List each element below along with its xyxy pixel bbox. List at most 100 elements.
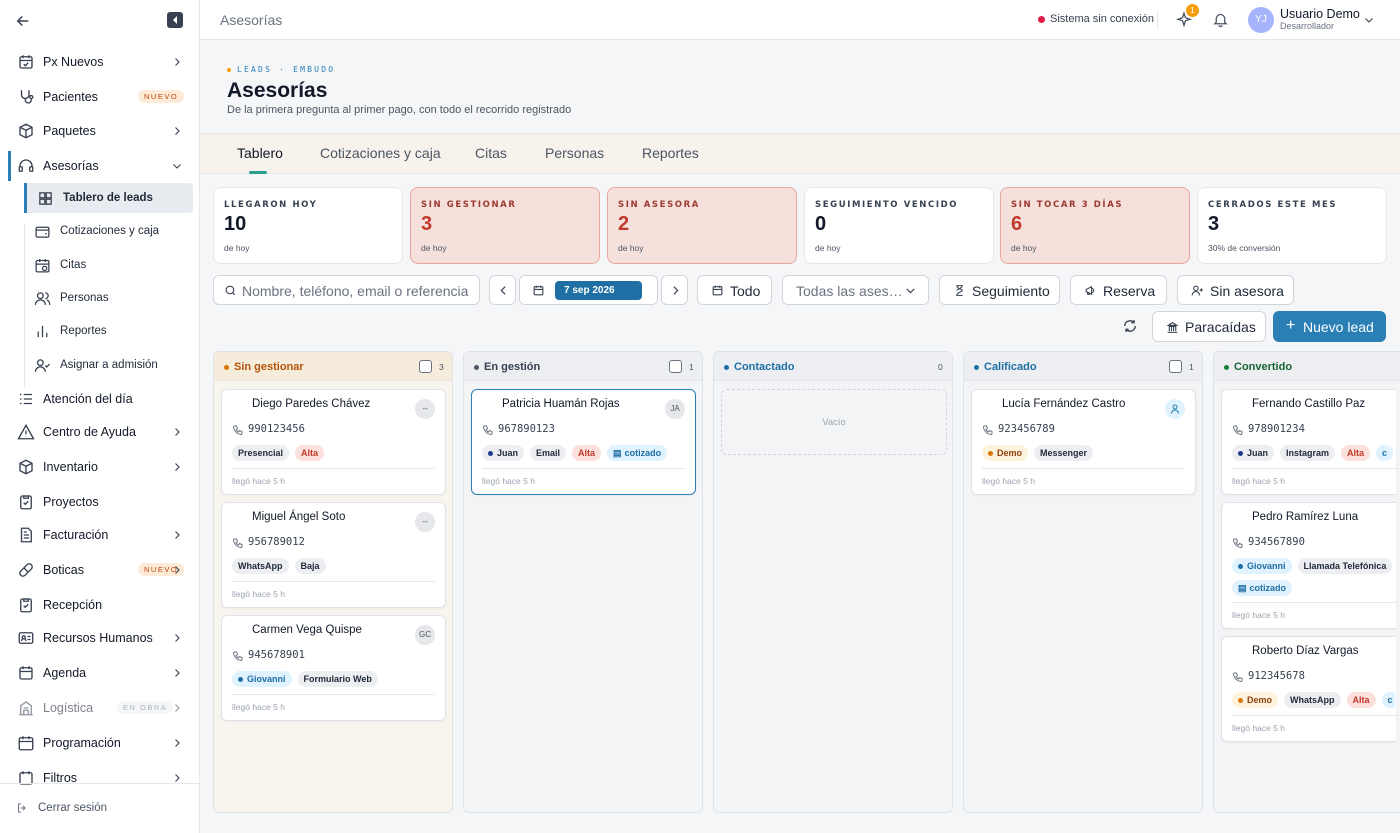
column-title: Calificado (984, 361, 1037, 373)
chevron-down-icon[interactable] (1363, 14, 1375, 26)
stat-card-cerrados[interactable]: CERRADOS ESTE MES 3 30% de conversión (1197, 187, 1387, 264)
sidebar-subitem-tablero[interactable]: Tablero de leads (24, 183, 193, 213)
lead-card[interactable]: Roberto Díaz Vargas 912345678 Demo Whats… (1221, 636, 1397, 742)
sidebar-item-recepcion[interactable]: Recepción (8, 590, 193, 620)
sidebar-subitem-asignar[interactable]: Asignar a admisión (24, 350, 193, 380)
asesora-select[interactable]: Todas las ases… (782, 275, 929, 305)
lead-card[interactable]: Pedro Ramírez Luna 934567890 Giovanni Ll… (1221, 502, 1397, 629)
divider (1232, 715, 1397, 716)
tag-text: cotizado (1249, 583, 1287, 593)
search-icon (225, 285, 236, 296)
user-check-icon (34, 359, 51, 372)
sin-asesora-label: Sin asesora (1210, 283, 1284, 299)
sidebar-item-paquetes[interactable]: Paquetes (8, 116, 193, 146)
user-avatar[interactable]: YJ (1248, 7, 1274, 33)
sidebar-item-inventario[interactable]: Inventario (8, 452, 193, 482)
next-date-button[interactable] (661, 275, 688, 305)
sidebar-item-atencion[interactable]: Atención del día (8, 384, 193, 414)
lead-card[interactable]: Patricia Huamán Rojas JA 967890123 Juan … (471, 389, 696, 495)
sidebar-subitem-reportes[interactable]: Reportes (24, 316, 193, 346)
sidebar-item-logistica[interactable]: Logística EN OBRA (8, 693, 193, 723)
sidebar-item-boticas[interactable]: Boticas NUEVO (8, 555, 193, 585)
lead-card[interactable]: Miguel Ángel Soto -- 956789012 WhatsApp … (221, 502, 446, 608)
megaphone-icon (1085, 285, 1095, 296)
lead-arrived: llegó hace 5 h (1232, 723, 1285, 733)
tag-priority: Alta (295, 445, 325, 461)
logout-button[interactable]: Cerrar sesión (0, 783, 200, 833)
stat-card-sin-asesora[interactable]: SIN ASESORA 2 de hoy (607, 187, 797, 264)
notification-count-badge: 1 (1186, 4, 1199, 17)
sidebar-subitem-cotizaciones[interactable]: Cotizaciones y caja (24, 216, 193, 246)
column-select-checkbox[interactable] (669, 360, 682, 373)
sidebar-item-label: Centro de Ayuda (43, 425, 136, 439)
assignee-avatar[interactable]: GC (415, 625, 435, 645)
sidebar-toggle-icon[interactable] (167, 12, 183, 28)
box-icon (19, 459, 33, 475)
sidebar-item-px-nuevos[interactable]: Px Nuevos (8, 47, 193, 77)
plus-icon: + (1286, 317, 1296, 334)
tab-tablero[interactable]: Tablero (237, 145, 283, 161)
sidebar-item-ayuda[interactable]: Centro de Ayuda (8, 417, 193, 447)
seguimiento-filter[interactable]: Seguimiento (939, 275, 1060, 305)
sidebar-item-pacientes[interactable]: Pacientes NUEVO (8, 82, 193, 112)
lead-name: Lucía Fernández Castro (1002, 398, 1126, 410)
advisor-dot-icon (1238, 450, 1243, 456)
date-picker[interactable]: 7 sep 2026 (519, 275, 658, 305)
tab-personas[interactable]: Personas (545, 145, 604, 161)
headset-icon (18, 159, 34, 172)
sidebar-subitem-citas[interactable]: Citas (24, 250, 193, 280)
lead-card[interactable]: Carmen Vega Quispe GC 945678901 Giovanni… (221, 615, 446, 721)
tab-cotizaciones[interactable]: Cotizaciones y caja (320, 145, 441, 161)
clipboard-check-icon (20, 598, 32, 613)
list-icon (20, 393, 32, 405)
column-title: Contactado (734, 361, 795, 373)
sidebar-item-asesorias[interactable]: Asesorías (8, 151, 193, 181)
divider (1232, 468, 1397, 469)
paracaidas-button[interactable]: Paracaídas (1152, 311, 1266, 342)
refresh-icon[interactable] (1122, 318, 1138, 334)
search-input[interactable]: Nombre, teléfono, email o referencia (213, 275, 480, 305)
chevron-down-icon (906, 288, 915, 294)
stat-card-llegaron[interactable]: LLEGARON HOY 10 de hoy (213, 187, 403, 264)
assignee-avatar[interactable]: JA (665, 399, 685, 419)
assignee-avatar[interactable]: -- (415, 399, 435, 419)
advisor-dot-icon (1238, 563, 1243, 569)
sidebar-item-proyectos[interactable]: Proyectos (8, 487, 193, 517)
range-button[interactable]: Todo (697, 275, 772, 305)
empty-column-placeholder: Vacío (721, 389, 947, 455)
stat-card-sin-tocar[interactable]: SIN TOCAR 3 DÍAS 6 de hoy (1000, 187, 1190, 264)
sidebar-item-facturacion[interactable]: Facturación (8, 520, 193, 550)
prev-date-button[interactable] (489, 275, 516, 305)
lead-card[interactable]: Lucía Fernández Castro 923456789 Demo Me… (971, 389, 1196, 495)
stat-card-sin-gestionar[interactable]: SIN GESTIONAR 3 de hoy (410, 187, 600, 264)
tab-citas[interactable]: Citas (475, 145, 507, 161)
stat-value: 10 (224, 213, 247, 235)
board-column-sin-gestionar: Sin gestionar 3 Diego Paredes Chávez -- … (213, 351, 453, 813)
stat-card-seguimiento[interactable]: SEGUIMIENTO VENCIDO 0 de hoy (804, 187, 994, 264)
advisor-dot-icon (488, 450, 493, 456)
user-name[interactable]: Usuario Demo (1280, 7, 1360, 21)
assign-user-icon[interactable] (1165, 399, 1185, 419)
sidebar-item-agenda[interactable]: Agenda (8, 658, 193, 688)
page-subtitle: De la primera pregunta al primer pago, c… (227, 104, 572, 116)
tab-reportes[interactable]: Reportes (642, 145, 699, 161)
phone-icon (232, 651, 243, 662)
document-icon: ▤ (613, 448, 622, 458)
new-lead-button[interactable]: + Nuevo lead (1273, 311, 1386, 342)
tag-advisor: Giovanni (232, 671, 292, 687)
calendar-icon (712, 285, 723, 296)
calendar-check-icon (19, 55, 33, 69)
sidebar-item-programacion[interactable]: Programación (8, 728, 193, 758)
lead-card[interactable]: Diego Paredes Chávez -- 990123456 Presen… (221, 389, 446, 495)
column-select-checkbox[interactable] (419, 360, 432, 373)
assignee-avatar[interactable]: -- (415, 512, 435, 532)
column-select-checkbox[interactable] (1169, 360, 1182, 373)
hourglass-icon (956, 285, 963, 296)
sidebar-subitem-personas[interactable]: Personas (24, 283, 193, 313)
reserva-filter[interactable]: Reserva (1070, 275, 1167, 305)
sin-asesora-filter[interactable]: Sin asesora (1177, 275, 1294, 305)
bell-icon[interactable] (1212, 11, 1229, 28)
lead-card[interactable]: Fernando Castillo Paz 978901234 Juan Ins… (1221, 389, 1397, 495)
arrow-left-icon[interactable] (14, 12, 32, 30)
sidebar-item-rrhh[interactable]: Recursos Humanos (8, 623, 193, 653)
